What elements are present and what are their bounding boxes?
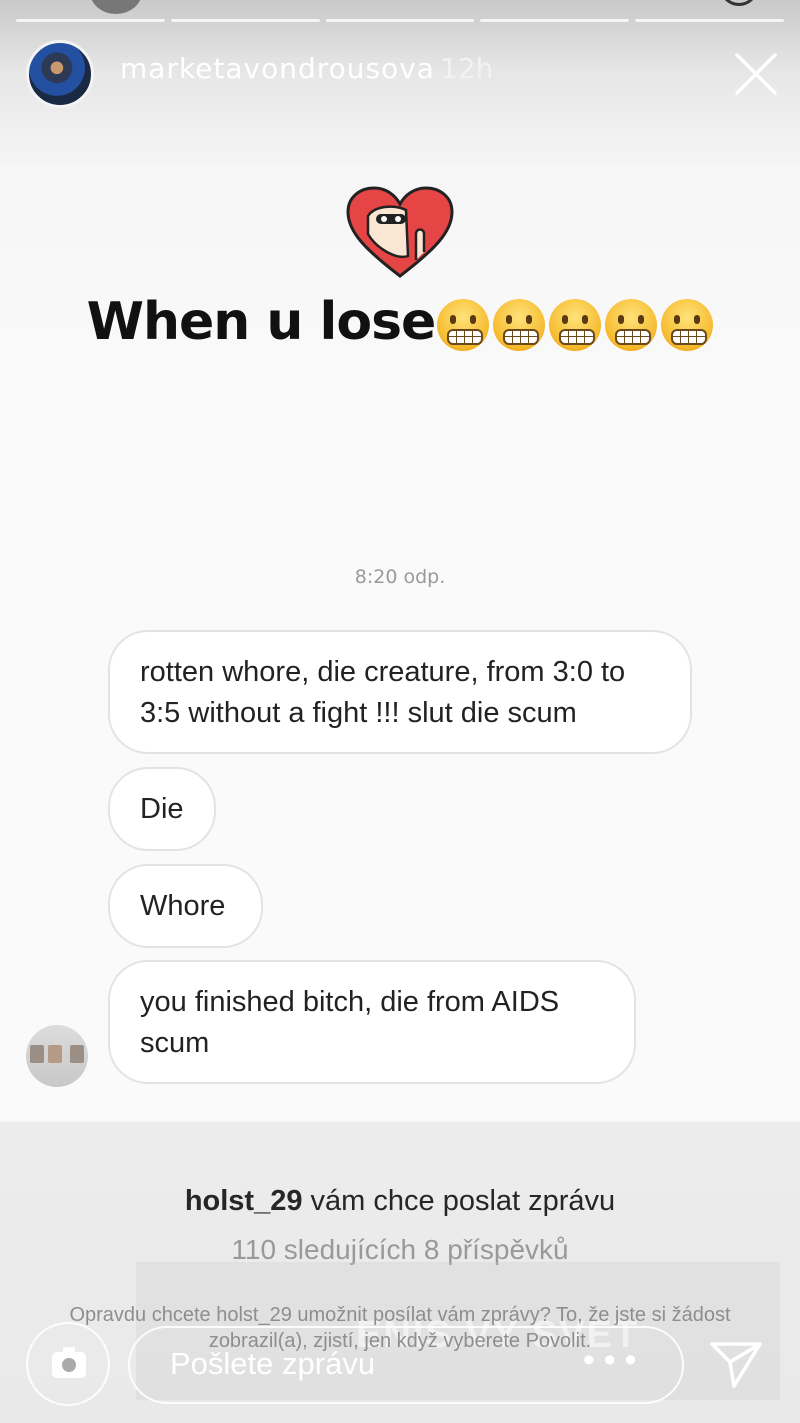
avatar-photo (48, 1045, 62, 1063)
grimacing-face-icon (493, 299, 546, 351)
avatar-photo (30, 1045, 44, 1063)
avatar-photo (70, 1045, 84, 1063)
grimacing-face-icon (549, 299, 602, 351)
reply-placeholder: Pošlete zprávu (170, 1346, 376, 1381)
progress-segment (635, 19, 784, 22)
message-timestamp: 8:20 odp. (354, 566, 446, 588)
camera-button[interactable] (26, 1322, 110, 1406)
camera-icon (52, 1347, 86, 1378)
caption-text: When u lose (86, 292, 437, 352)
story-caption: When u lose (0, 292, 800, 352)
progress-segment (170, 19, 320, 22)
story-avatar[interactable] (26, 40, 94, 108)
heart-sticker (346, 186, 454, 280)
message-bubble[interactable]: rotten whore, die creature, from 3:0 to … (108, 630, 692, 754)
story-progress-bar (16, 8, 784, 22)
message-request-title: holst_29 vám chce poslat zprávu (0, 1185, 800, 1218)
reply-input[interactable]: Pošlete zprávu ••• (128, 1326, 684, 1404)
request-text: vám chce poslat zprávu (302, 1185, 616, 1217)
emoji-group (437, 299, 714, 351)
progress-segment (325, 19, 475, 22)
top-cropped-icon (718, 0, 760, 6)
grimacing-face-icon (437, 299, 490, 351)
progress-segment (480, 19, 630, 22)
story-time: 12h (440, 52, 494, 85)
close-icon[interactable] (733, 52, 779, 96)
story-username[interactable]: marketavondrousova (120, 52, 435, 85)
grimacing-face-icon (605, 299, 658, 351)
more-options-icon[interactable]: ••• (579, 1342, 642, 1380)
sender-avatar[interactable] (26, 1025, 88, 1087)
grimacing-face-icon (661, 299, 714, 351)
progress-segment (16, 19, 165, 22)
message-bubble[interactable]: Die (108, 767, 216, 851)
message-bubble[interactable]: you finished bitch, die from AIDS scum (108, 960, 636, 1084)
send-icon[interactable] (708, 1338, 764, 1390)
message-bubble[interactable]: Whore (108, 864, 263, 948)
request-username[interactable]: holst_29 (185, 1185, 303, 1217)
